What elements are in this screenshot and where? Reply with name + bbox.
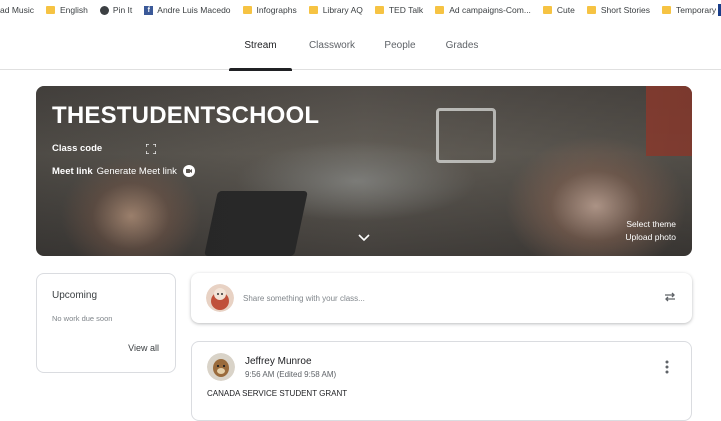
post-card[interactable]: Jeffrey Munroe 9:56 AM (Edited 9:58 AM) … xyxy=(191,341,692,421)
bookmark-label: Cute xyxy=(556,5,575,15)
class-title: THESTUDENTSCHOOL xyxy=(52,102,320,129)
bookmark-english[interactable]: English xyxy=(46,5,88,15)
meet-link-row: Meet link Generate Meet link xyxy=(52,165,195,177)
post-body: CANADA SERVICE STUDENT GRANT xyxy=(207,389,348,398)
bookmark-label: Infographs xyxy=(256,5,297,15)
bookmark-label: English xyxy=(60,5,88,15)
upcoming-empty-text: No work due soon xyxy=(52,314,113,323)
bookmark-cute[interactable]: Cute xyxy=(542,5,575,15)
bookmark-short-stories[interactable]: Short Stories xyxy=(586,5,651,15)
class-nav: Stream Classwork People Grades xyxy=(0,20,721,71)
meet-icon[interactable] xyxy=(182,165,195,177)
tab-grades[interactable]: Grades xyxy=(437,20,487,70)
generate-meet-link[interactable]: Generate Meet link xyxy=(97,166,177,177)
upcoming-card: Upcoming No work due soon View all xyxy=(36,273,176,373)
bookmark-label: Ad campaigns-Com... xyxy=(449,5,531,15)
fullscreen-icon[interactable] xyxy=(146,143,157,154)
avatar xyxy=(206,284,234,312)
view-all-link[interactable]: View all xyxy=(128,343,159,353)
avatar xyxy=(207,353,235,381)
folder-icon xyxy=(46,6,56,14)
bookmark-label: Pin It xyxy=(112,5,133,15)
bookmark-infographs[interactable]: Infographs xyxy=(242,5,297,15)
bookmark-temporary[interactable]: Temporary xyxy=(662,5,716,15)
bookmark-label: TED Talk xyxy=(388,5,424,15)
tab-people[interactable]: People xyxy=(375,20,425,70)
upload-photo-link[interactable]: Upload photo xyxy=(625,231,676,244)
bookmark-pin-it[interactable]: Pin It xyxy=(99,5,133,15)
folder-icon xyxy=(374,6,384,14)
meet-link-label: Meet link xyxy=(52,165,93,177)
class-code-label: Class code xyxy=(52,143,103,154)
bookmark-andre[interactable]: f Andre Luis Macedo xyxy=(144,5,231,15)
theme-links: Select theme Upload photo xyxy=(625,218,676,244)
bookmarks-bar: ad Music English Pin It f Andre Luis Mace… xyxy=(0,0,721,20)
bookmark-ad-campaigns[interactable]: Ad campaigns-Com... xyxy=(435,5,531,15)
bookmark-label: Andre Luis Macedo xyxy=(157,5,231,15)
tab-stream[interactable]: Stream xyxy=(229,20,292,71)
class-code-row: Class code xyxy=(52,143,157,154)
class-banner: THESTUDENTSCHOOL Class code Meet link Ge… xyxy=(36,86,692,256)
folder-icon xyxy=(586,6,596,14)
folder-icon xyxy=(662,6,672,14)
bookmark-label: Short Stories xyxy=(600,5,651,15)
bookmark-label: ad Music xyxy=(0,5,35,15)
folder-icon xyxy=(542,6,552,14)
select-theme-link[interactable]: Select theme xyxy=(625,218,676,231)
folder-icon xyxy=(435,6,445,14)
tab-classwork[interactable]: Classwork xyxy=(300,20,364,70)
folder-icon xyxy=(308,6,318,14)
pin-icon xyxy=(99,5,109,15)
bookmark-label: Library AQ xyxy=(322,5,363,15)
folder-icon xyxy=(242,6,252,14)
post-time: 9:56 AM (Edited 9:58 AM) xyxy=(245,370,337,379)
more-vert-icon[interactable] xyxy=(665,360,669,374)
share-placeholder: Share something with your class... xyxy=(243,293,365,303)
bookmark-library-aq[interactable]: Library AQ xyxy=(308,5,363,15)
repost-icon[interactable] xyxy=(663,290,677,304)
post-author[interactable]: Jeffrey Munroe xyxy=(245,356,312,367)
bookmark-ted-talk[interactable]: TED Talk xyxy=(374,5,424,15)
share-box[interactable]: Share something with your class... xyxy=(191,273,692,323)
bookmark-ad-music[interactable]: ad Music xyxy=(0,5,34,15)
facebook-icon: f xyxy=(144,5,154,15)
chevron-down-icon[interactable] xyxy=(358,234,370,242)
upcoming-title: Upcoming xyxy=(52,290,98,301)
bookmark-label: Temporary xyxy=(676,5,717,15)
